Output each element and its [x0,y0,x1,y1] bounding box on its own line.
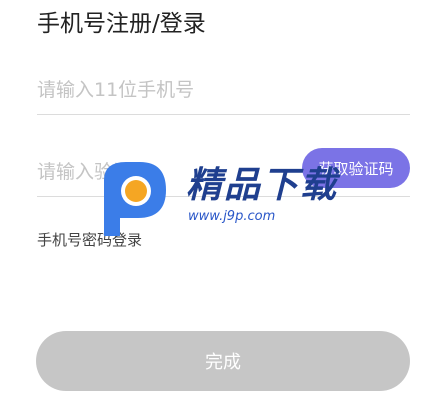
watermark-url-text: www.j9p.com [188,209,276,224]
get-code-button[interactable]: 获取验证码 [302,148,410,188]
register-login-page: 手机号注册/登录 获取验证码 手机号密码登录 完成 精品下载 www.j9p.c… [0,0,446,401]
phone-field [37,70,410,115]
phone-input[interactable] [37,70,297,110]
password-login-link[interactable]: 手机号密码登录 [37,229,142,251]
code-field: 获取验证码 [37,148,410,197]
page-title: 手机号注册/登录 [37,11,206,37]
done-button[interactable]: 完成 [36,331,410,391]
verification-code-input[interactable] [37,152,297,192]
